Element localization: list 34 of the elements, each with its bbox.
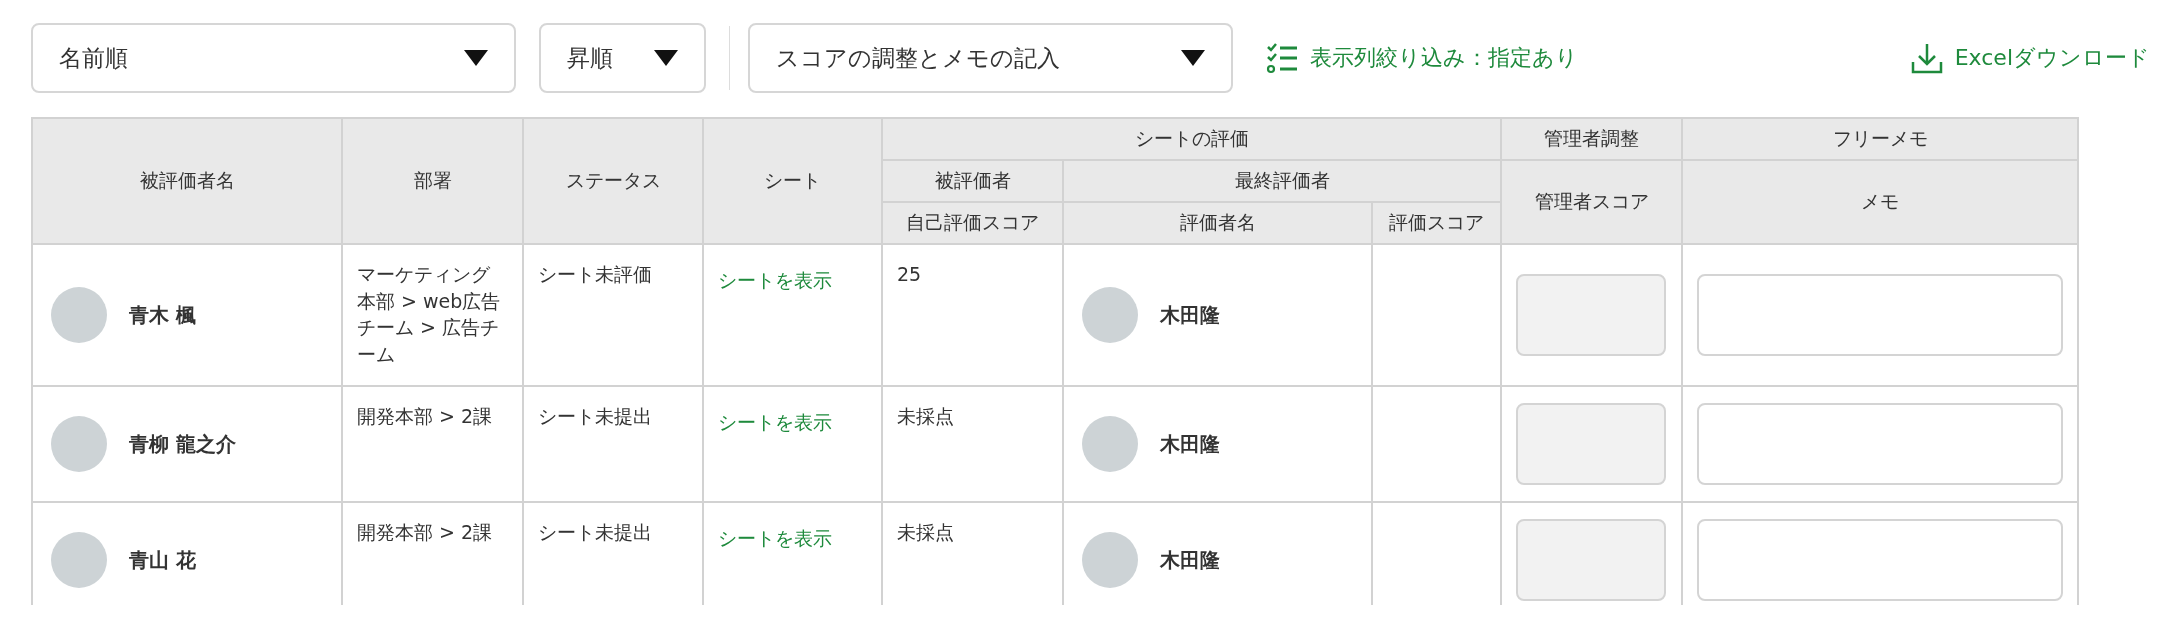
table-cell: 開発本部 > 2課: [342, 386, 523, 502]
table-header-cell: 被評価者: [882, 160, 1063, 202]
column-filter-link[interactable]: 表示列絞り込み：指定あり: [1266, 42, 1578, 74]
table-header-cell: 最終評価者: [1063, 160, 1501, 202]
sort-order-dropdown[interactable]: 昇順: [539, 23, 706, 93]
table-cell: 未採点: [882, 386, 1063, 502]
table-cell: シート未評価: [523, 244, 703, 386]
sort-field-dropdown[interactable]: 名前順: [31, 23, 516, 93]
person-name: 木田隆: [1160, 302, 1220, 329]
table-header-cell: 管理者調整: [1501, 118, 1682, 160]
table-header-cell: ステータス: [523, 118, 703, 244]
person-name: 木田隆: [1160, 431, 1220, 458]
view-sheet-link[interactable]: シートを表示: [718, 525, 832, 552]
table-header-cell: 部署: [342, 118, 523, 244]
table-cell: シート未提出: [523, 386, 703, 502]
table-header-cell: 被評価者名: [32, 118, 342, 244]
table-header-cell: メモ: [1682, 160, 2078, 244]
person-name: 木田隆: [1160, 547, 1220, 574]
view-sheet-link[interactable]: シートを表示: [718, 409, 832, 436]
view-sheet-link[interactable]: シートを表示: [718, 267, 832, 294]
table-header-cell: シートの評価: [882, 118, 1501, 160]
view-mode-dropdown[interactable]: スコアの調整とメモの記入: [748, 23, 1233, 93]
table-header-cell: フリーメモ: [1682, 118, 2078, 160]
person-name: 青木 楓: [129, 302, 196, 329]
table-cell: 25: [882, 244, 1063, 386]
person-name: 青山 花: [129, 547, 196, 574]
person-name: 青柳 龍之介: [129, 431, 236, 458]
table-header-cell: 評価者名: [1063, 202, 1372, 244]
table-header-cell: 管理者スコア: [1501, 160, 1682, 244]
table-cell: マーケティング本部 > web広告チーム > 広告チーム: [342, 244, 523, 386]
excel-download-link[interactable]: Excelダウンロード: [1910, 42, 2150, 74]
table-header-cell: 評価スコア: [1372, 202, 1501, 244]
table-header-cell: 自己評価スコア: [882, 202, 1063, 244]
table-header-cell: シート: [703, 118, 882, 244]
